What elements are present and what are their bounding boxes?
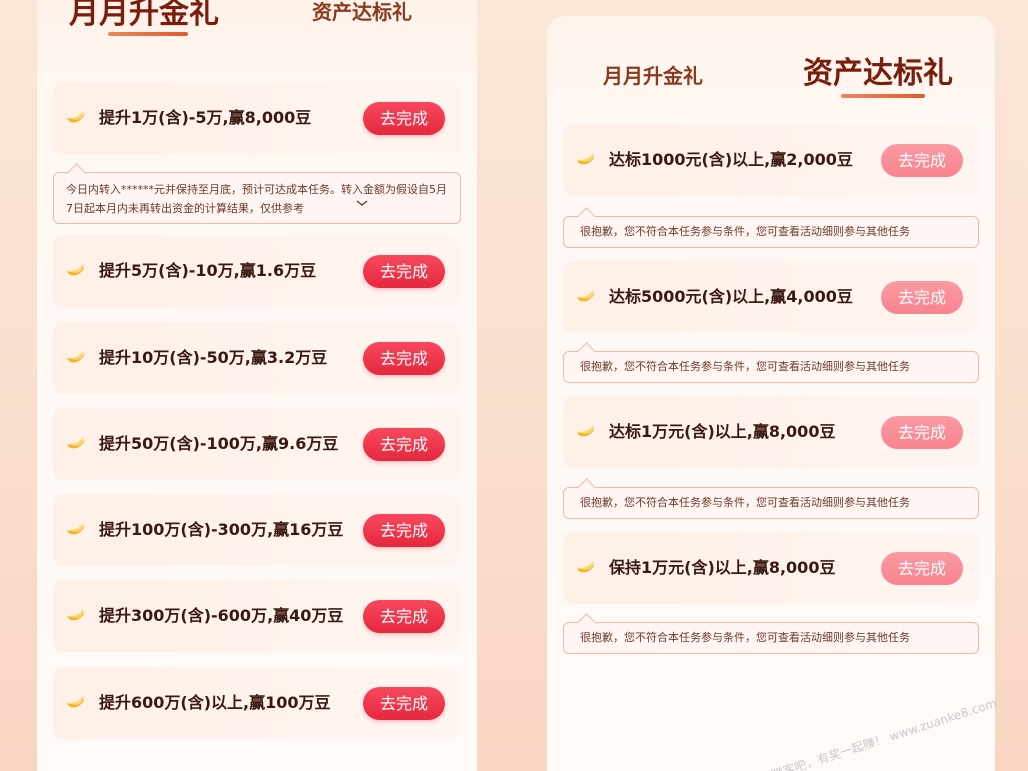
notice-text: 今日内转入******元并保持至月底，预计可达成本任务。转入金额为假设自5月7日… [66,183,447,215]
task-card: 提升50万(含)-100万,赢9.6万豆 去完成 [53,408,461,480]
gold-bean-icon [67,264,85,276]
gold-bean-icon [67,111,85,123]
notice-text: 很抱歉，您不符合本任务参与条件，您可查看活动细则参与其他任务 [580,631,910,644]
gold-bean-icon [67,437,85,449]
gold-bean-icon [577,153,595,165]
task-label: 提升1万(含)-5万,赢8,000豆 [99,108,312,127]
go-complete-button[interactable]: 去完成 [881,144,963,177]
task-label: 提升100万(含)-300万,赢16万豆 [99,520,344,539]
task-label: 保持1万元(含)以上,赢8,000豆 [609,558,836,577]
notice-text: 很抱歉，您不符合本任务参与条件，您可查看活动细则参与其他任务 [580,496,910,509]
go-complete-button[interactable]: 去完成 [363,102,445,135]
task-card: 达标1000元(含)以上,赢2,000豆 去完成 [563,124,979,196]
tab-active-underline [108,32,188,36]
gold-bean-icon [577,561,595,573]
right-tab-bar: 月月升金礼 资产达标礼 [547,16,995,98]
tab-monthly-upgrade[interactable]: 月月升金礼 [69,0,219,32]
task-card: 提升5万(含)-10万,赢1.6万豆 去完成 [53,235,461,307]
task-notice: 很抱歉，您不符合本任务参与条件，您可查看活动细则参与其他任务 [563,487,979,519]
go-complete-button[interactable]: 去完成 [363,428,445,461]
task-card: 提升1万(含)-5万,赢8,000豆 去完成 [53,82,461,154]
task-card: 保持1万元(含)以上,赢8,000豆 去完成 [563,532,979,604]
notice-text: 很抱歉，您不符合本任务参与条件，您可查看活动细则参与其他任务 [580,360,910,373]
task-card: 提升600万(含)以上,赢100万豆 去完成 [53,667,461,739]
task-card: 达标5000元(含)以上,赢4,000豆 去完成 [563,261,979,333]
task-notice: 很抱歉，您不符合本任务参与条件，您可查看活动细则参与其他任务 [563,622,979,654]
task-label: 提升600万(含)以上,赢100万豆 [99,693,331,712]
go-complete-button[interactable]: 去完成 [881,281,963,314]
gold-bean-icon [67,523,85,535]
gold-bean-icon [67,609,85,621]
left-tab-bar: 月月升金礼 资产达标礼 [37,0,477,60]
task-notice: 今日内转入******元并保持至月底，预计可达成本任务。转入金额为假设自5月7日… [53,172,461,224]
gold-bean-icon [67,351,85,363]
tab-active-underline [841,94,925,98]
go-complete-button[interactable]: 去完成 [363,342,445,375]
task-label: 达标1000元(含)以上,赢2,000豆 [609,150,853,169]
task-label: 达标1万元(含)以上,赢8,000豆 [609,422,836,441]
monthly-upgrade-panel: 月月升金礼 资产达标礼 提升1万(含)-5万,赢8,000豆 去完成 今日内转入… [37,0,477,771]
task-label: 提升5万(含)-10万,赢1.6万豆 [99,261,317,280]
tab-monthly-upgrade[interactable]: 月月升金礼 [603,60,703,89]
gold-bean-icon [577,290,595,302]
task-card: 提升10万(含)-50万,赢3.2万豆 去完成 [53,322,461,394]
tab-asset-milestone[interactable]: 资产达标礼 [803,48,953,92]
go-complete-button[interactable]: 去完成 [363,255,445,288]
go-complete-button[interactable]: 去完成 [363,514,445,547]
go-complete-button[interactable]: 去完成 [881,552,963,585]
task-notice: 很抱歉，您不符合本任务参与条件，您可查看活动细则参与其他任务 [563,351,979,383]
gold-bean-icon [67,696,85,708]
task-notice: 很抱歉，您不符合本任务参与条件，您可查看活动细则参与其他任务 [563,216,979,248]
task-label: 提升10万(含)-50万,赢3.2万豆 [99,348,328,367]
task-label: 达标5000元(含)以上,赢4,000豆 [609,287,853,306]
task-card: 提升100万(含)-300万,赢16万豆 去完成 [53,494,461,566]
go-complete-button[interactable]: 去完成 [363,687,445,720]
chevron-up-icon[interactable] [356,200,368,206]
task-label: 提升300万(含)-600万,赢40万豆 [99,606,344,625]
tab-asset-milestone[interactable]: 资产达标礼 [312,0,412,25]
gold-bean-icon [577,425,595,437]
task-label: 提升50万(含)-100万,赢9.6万豆 [99,434,339,453]
task-card: 达标1万元(含)以上,赢8,000豆 去完成 [563,396,979,468]
go-complete-button[interactable]: 去完成 [881,416,963,449]
task-card: 提升300万(含)-600万,赢40万豆 去完成 [53,580,461,652]
go-complete-button[interactable]: 去完成 [363,600,445,633]
asset-milestone-panel: 月月升金礼 资产达标礼 达标1000元(含)以上,赢2,000豆 去完成 很抱歉… [547,16,995,771]
notice-text: 很抱歉，您不符合本任务参与条件，您可查看活动细则参与其他任务 [580,225,910,238]
